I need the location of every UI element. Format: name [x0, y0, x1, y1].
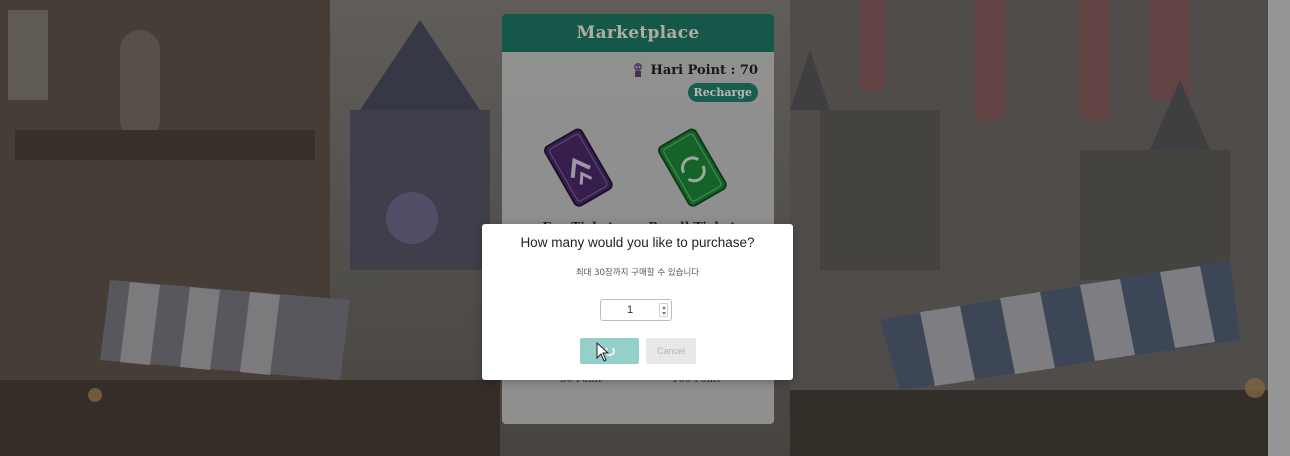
spin-up-icon[interactable] [661, 305, 666, 309]
quantity-input[interactable] [601, 300, 659, 320]
quantity-stepper[interactable] [600, 299, 672, 321]
quantity-spinner[interactable] [659, 303, 668, 317]
dialog-note: 최대 30장까지 구매할 수 있습니다 [575, 268, 700, 278]
purchase-dialog: How many would you like to purchase? 최대 … [482, 224, 793, 380]
dialog-title: How many would you like to purchase? [520, 235, 755, 250]
cancel-button[interactable]: Cancel [646, 338, 696, 364]
spin-down-icon[interactable] [661, 311, 666, 315]
mouse-cursor-icon [596, 342, 610, 362]
